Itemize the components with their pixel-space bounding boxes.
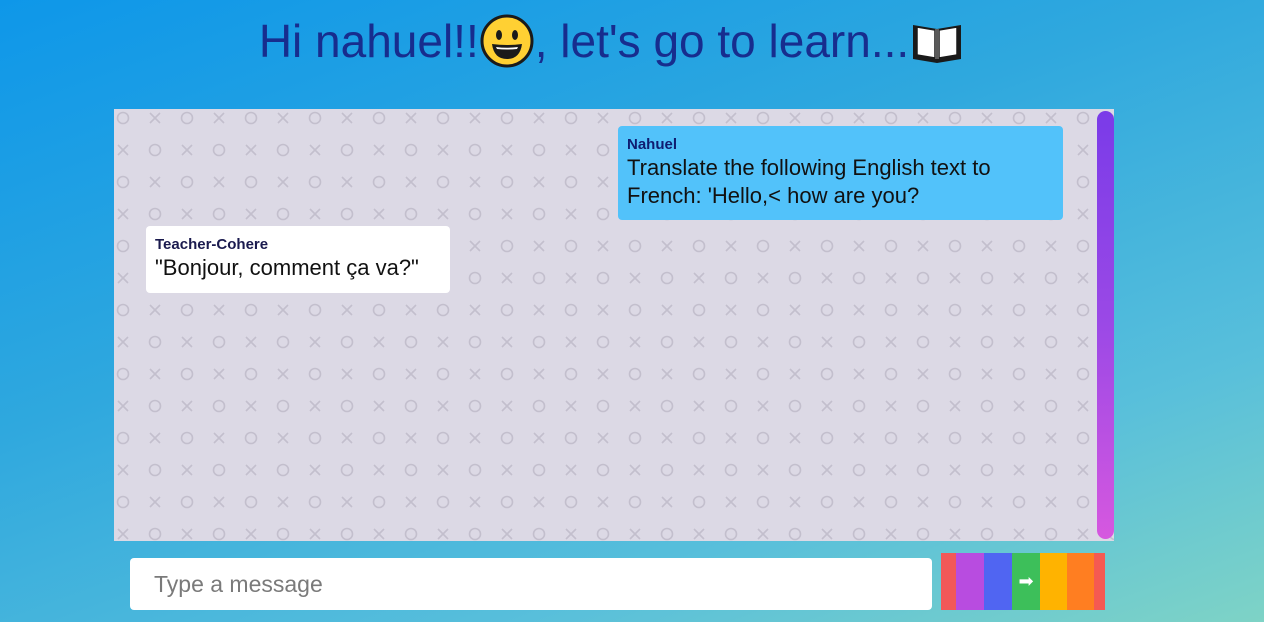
- right-arrow-icon: ➡: [1018, 571, 1034, 592]
- send-button[interactable]: ➡: [941, 553, 1105, 610]
- message-text: "Bonjour, comment ça va?": [155, 255, 419, 280]
- message-bubble-user: Nahuel Translate the following English t…: [618, 126, 1063, 220]
- open-book-icon: [913, 24, 962, 63]
- chat-window[interactable]: Nahuel Translate the following English t…: [114, 109, 1114, 541]
- chat-scrollbar[interactable]: [1096, 109, 1114, 541]
- greeting-suffix: , let's go to learn...: [534, 15, 910, 67]
- scrollbar-thumb[interactable]: [1097, 111, 1114, 539]
- grinning-face-icon: [480, 14, 534, 68]
- page-title: Hi nahuel!! , let's go to learn...: [0, 12, 1224, 73]
- message-sender: Nahuel: [627, 136, 678, 153]
- message-bubble-teacher: Teacher-Cohere "Bonjour, comment ça va?": [146, 226, 450, 293]
- message-text: Translate the following English text to …: [627, 155, 991, 208]
- message-sender: Teacher-Cohere: [155, 236, 269, 253]
- greeting-prefix: Hi nahuel!!: [258, 15, 479, 67]
- message-input[interactable]: [130, 558, 932, 610]
